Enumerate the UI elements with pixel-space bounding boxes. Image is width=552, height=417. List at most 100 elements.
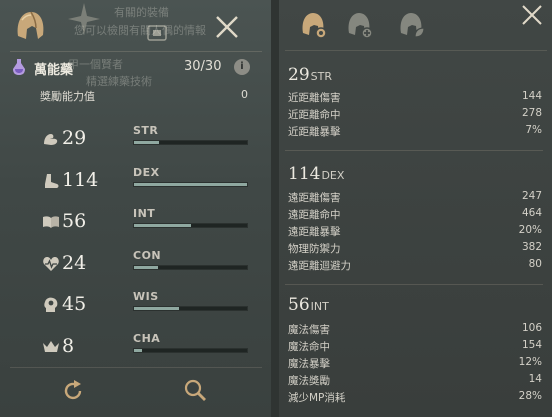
stat-progress-bar — [133, 348, 248, 353]
stat-progress-bar — [133, 306, 248, 311]
detail-line: 物理防禦力 382 — [288, 241, 542, 258]
stat-value: 114 — [62, 169, 99, 191]
detail-value: 247 — [521, 190, 542, 202]
stat-row-dex[interactable]: 114 DEX — [0, 166, 271, 202]
detail-label: 近距離傷害 — [288, 92, 341, 104]
detail-value: 28% — [518, 390, 542, 402]
section-value: 114 — [288, 164, 321, 184]
helmet-plus-icon[interactable] — [343, 9, 375, 41]
stat-progress-fill — [134, 349, 142, 352]
detail-value: 14 — [528, 373, 542, 385]
divider — [10, 367, 262, 368]
section-value: 56 — [288, 295, 310, 315]
helmet-leaf-icon[interactable] — [395, 9, 427, 41]
helmet-icon — [17, 11, 44, 39]
divider — [10, 51, 262, 52]
detail-line: 遠距離暴擊 20% — [288, 224, 542, 241]
info-icon[interactable]: i — [234, 59, 250, 75]
divider — [285, 150, 543, 151]
detail-value: 12% — [518, 356, 542, 368]
detail-value: 154 — [521, 339, 542, 351]
stat-value: 24 — [62, 252, 87, 274]
elixir-name: 萬能藥 — [34, 63, 74, 78]
character-stats-panel: 有關的裝備 您可以檢閱有關人偶的情報 甲一個賢者 精選練藥技術 萬能藥 30/3… — [0, 0, 271, 417]
bonus-points-label: 獎勵能力值 — [40, 90, 95, 103]
stat-progress-bar — [133, 140, 248, 145]
stat-value: 56 — [62, 210, 87, 232]
compass-icon — [68, 3, 100, 35]
stat-value: 29 — [62, 127, 87, 149]
stat-row-wis[interactable]: 45 WIS — [0, 290, 271, 326]
detail-label: 魔法獎勵 — [288, 375, 330, 387]
section-abbr: STR — [310, 70, 332, 83]
detail-line: 遠距離迴避力 80 — [288, 258, 542, 275]
stat-row-str[interactable]: 29 STR — [0, 124, 271, 160]
stat-progress-fill — [134, 183, 247, 186]
section-abbr: DEX — [321, 169, 345, 182]
crown-icon — [43, 341, 59, 352]
helmet-gear-icon[interactable] — [297, 9, 329, 41]
detail-value: 20% — [518, 224, 542, 236]
detail-label: 魔法命中 — [288, 341, 330, 353]
bonus-points-value: 0 — [241, 88, 248, 101]
stat-progress-bar — [133, 182, 248, 187]
divider — [285, 284, 543, 285]
detail-label: 遠距離命中 — [288, 209, 341, 221]
stat-abbr: STR — [133, 124, 159, 137]
detail-label: 遠距離傷害 — [288, 192, 341, 204]
close-icon[interactable] — [213, 13, 241, 41]
detail-value: 7% — [525, 124, 542, 136]
detail-label: 物理防禦力 — [288, 243, 341, 255]
divider — [285, 50, 547, 51]
detail-line: 近距離暴擊 7% — [288, 124, 542, 141]
stat-abbr: DEX — [133, 166, 160, 179]
section-value: 29 — [288, 65, 310, 85]
detail-value: 144 — [521, 90, 542, 102]
stat-abbr: INT — [133, 207, 156, 220]
stat-progress-bar — [133, 223, 248, 228]
detail-line: 近距離命中 278 — [288, 107, 542, 124]
detail-label: 減少MP消耗 — [288, 392, 346, 404]
section-header-int: 56INT — [288, 295, 329, 315]
panel-gap — [271, 0, 279, 417]
detail-line: 遠距離命中 464 — [288, 207, 542, 224]
detail-label: 魔法暴擊 — [288, 358, 330, 370]
section-abbr: INT — [310, 300, 329, 313]
stat-details-panel: 29STR 近距離傷害 144 近距離命中 278 近距離暴擊 7% 114DE… — [279, 0, 552, 417]
stat-abbr: CON — [133, 249, 162, 262]
detail-line: 遠距離傷害 247 — [288, 190, 542, 207]
stat-value: 8 — [62, 335, 75, 357]
detail-label: 遠距離暴擊 — [288, 226, 341, 238]
detail-value: 80 — [528, 258, 542, 270]
detail-value: 278 — [521, 107, 542, 119]
detail-label: 近距離命中 — [288, 109, 341, 121]
detail-label: 近距離暴擊 — [288, 126, 341, 138]
refresh-icon[interactable] — [61, 379, 85, 403]
stat-row-cha[interactable]: 8 CHA — [0, 332, 271, 368]
detail-line: 減少MP消耗 28% — [288, 390, 542, 407]
detail-line: 魔法暴擊 12% — [288, 356, 542, 373]
detail-line: 魔法傷害 106 — [288, 322, 542, 339]
stat-progress-bar — [133, 265, 248, 270]
badge-icon — [147, 25, 167, 41]
close-icon[interactable] — [520, 3, 544, 27]
stat-abbr: WIS — [133, 290, 159, 303]
heart-icon — [43, 257, 59, 271]
stat-row-int[interactable]: 56 INT — [0, 207, 271, 243]
stat-progress-fill — [134, 266, 158, 269]
boot-icon — [45, 174, 59, 188]
detail-line: 近距離傷害 144 — [288, 90, 542, 107]
detail-label: 魔法傷害 — [288, 324, 330, 336]
magnifier-icon[interactable] — [183, 378, 207, 402]
detail-line: 魔法命中 154 — [288, 339, 542, 356]
detail-line: 魔法獎勵 14 — [288, 373, 542, 390]
section-header-dex: 114DEX — [288, 164, 344, 184]
arm-icon — [44, 134, 58, 145]
elixir-count: 30/30 — [184, 59, 222, 74]
elixir-row: 萬能藥 30/30 i — [12, 57, 262, 79]
detail-value: 106 — [521, 322, 542, 334]
head-icon — [44, 297, 58, 312]
detail-value: 464 — [521, 207, 542, 219]
book-icon — [43, 216, 59, 228]
stat-row-con[interactable]: 24 CON — [0, 249, 271, 285]
